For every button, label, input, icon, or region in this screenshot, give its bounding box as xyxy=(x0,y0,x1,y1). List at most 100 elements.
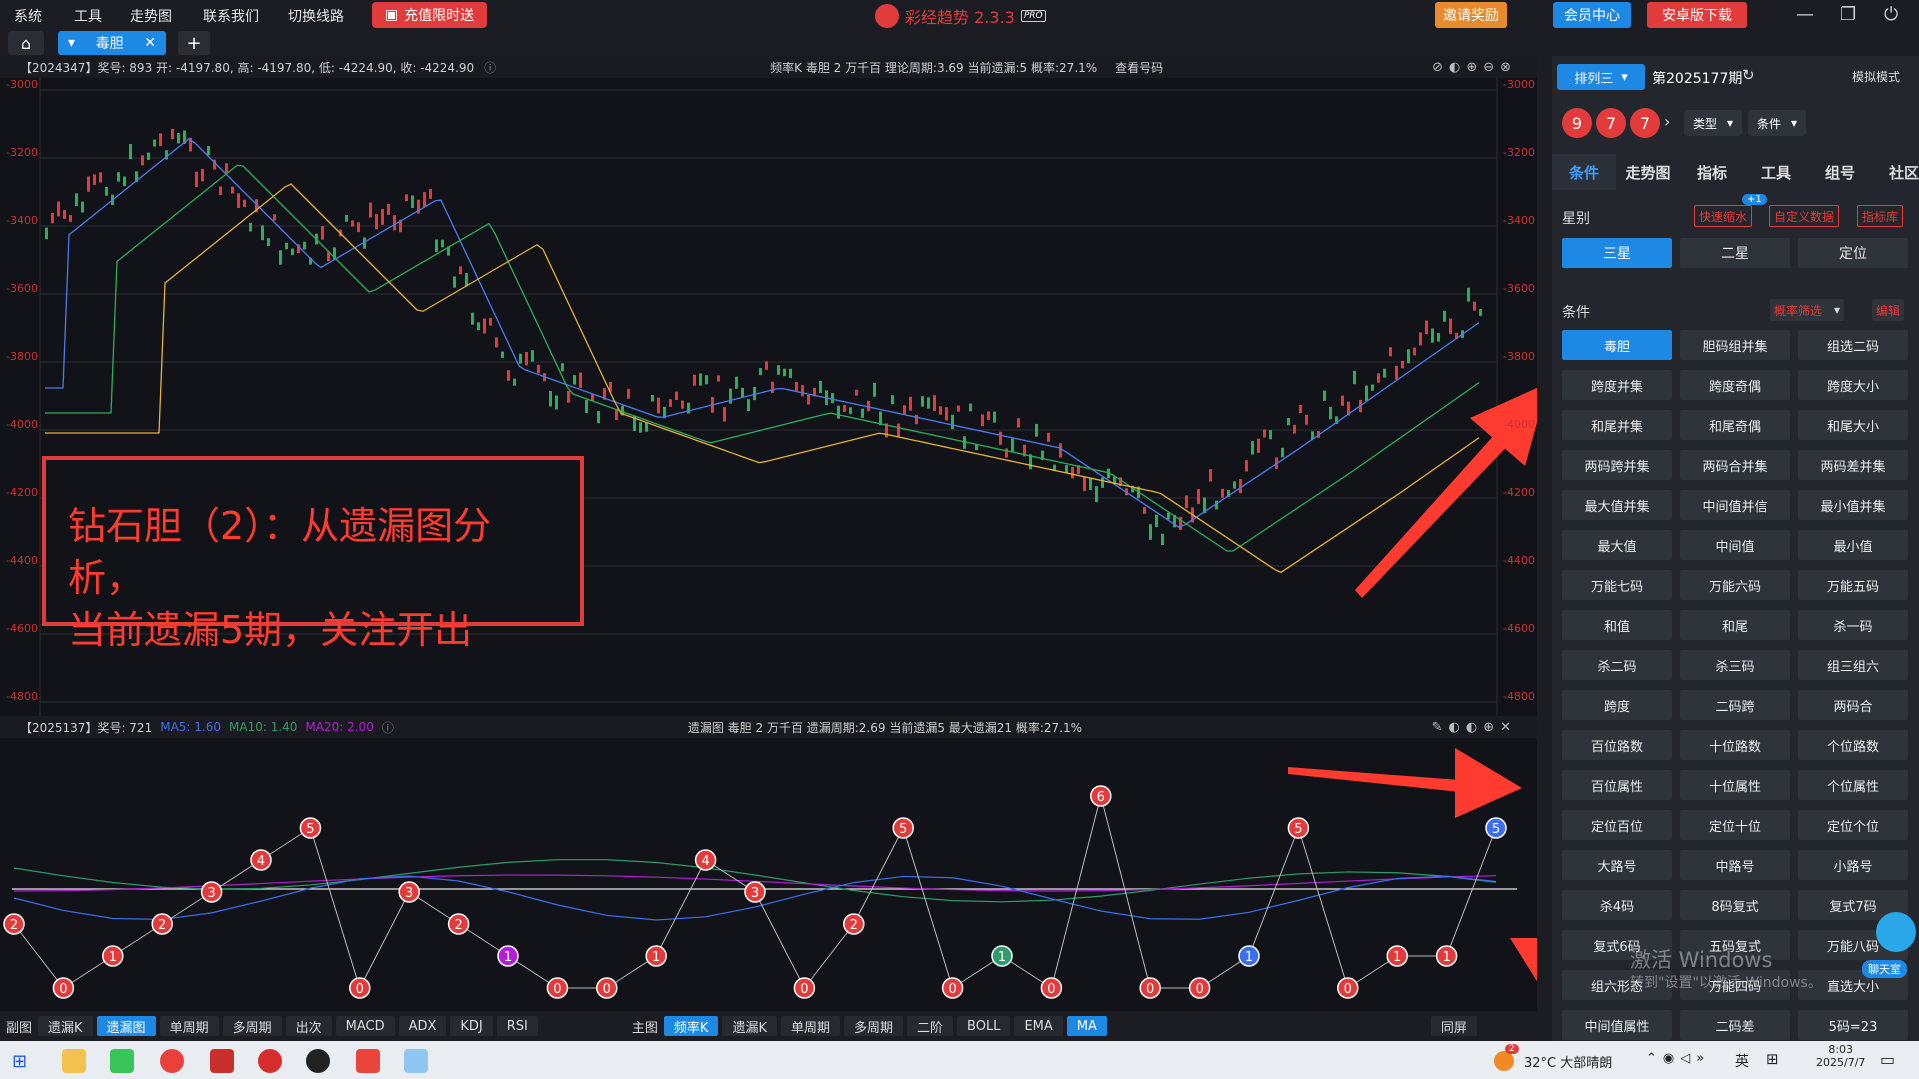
condition-button[interactable]: 中路号 xyxy=(1680,850,1790,880)
sim-mode-button[interactable]: 模拟模式 xyxy=(1852,68,1900,85)
panel-tool-icons[interactable]: ⊘◐⊕⊖⊗ xyxy=(1432,60,1517,75)
condition-button[interactable]: 最小值 xyxy=(1798,530,1908,560)
tab-community[interactable]: 社区 xyxy=(1872,154,1919,190)
condition-button[interactable]: 组选二码 xyxy=(1798,330,1908,360)
close-icon[interactable]: ✕ xyxy=(144,35,156,51)
condition-button[interactable]: 大路号 xyxy=(1562,850,1672,880)
lottery-select[interactable]: 排列三 ▾ xyxy=(1557,64,1645,90)
condition-button[interactable]: 两码合 xyxy=(1798,690,1908,720)
condition-button[interactable]: 万能五码 xyxy=(1798,570,1908,600)
condition-button[interactable]: 中间值属性 xyxy=(1562,1010,1672,1040)
btn-count[interactable]: 出次 xyxy=(285,1016,332,1036)
btn-macd[interactable]: MACD xyxy=(335,1016,395,1036)
condition-button[interactable]: 和尾大小 xyxy=(1798,410,1908,440)
condition-button[interactable]: 中间值并信 xyxy=(1680,490,1790,520)
condition-button[interactable]: 和尾并集 xyxy=(1562,410,1672,440)
condition-button[interactable]: 万能六码 xyxy=(1680,570,1790,600)
ime-icon[interactable]: ⊞ xyxy=(1766,1050,1779,1068)
star-two[interactable]: 二星 xyxy=(1680,238,1790,268)
condition-button[interactable]: 小路号 xyxy=(1798,850,1908,880)
condition-button[interactable]: 二码跨 xyxy=(1680,690,1790,720)
app-icon-1[interactable] xyxy=(210,1049,234,1073)
menu-contact[interactable]: 联系我们 xyxy=(203,6,259,26)
condition-button[interactable]: 跨度 xyxy=(1562,690,1672,720)
condition-button[interactable]: 跨度并集 xyxy=(1562,370,1672,400)
star-position[interactable]: 定位 xyxy=(1798,238,1908,268)
condition-button[interactable]: 杀一码 xyxy=(1798,610,1908,640)
qq-icon[interactable] xyxy=(306,1049,330,1073)
help-icon[interactable]: ⓘ xyxy=(382,719,394,736)
menu-switch-line[interactable]: 切换线路 xyxy=(288,6,344,26)
condition-button[interactable]: 个位属性 xyxy=(1798,770,1908,800)
file-explorer-icon[interactable] xyxy=(62,1049,86,1073)
chat-room-button[interactable]: 聊天室 xyxy=(1862,960,1907,978)
condition-button[interactable]: 定位十位 xyxy=(1680,810,1790,840)
prob-filter-select[interactable]: 概率筛选 ▾ xyxy=(1770,299,1845,321)
chrome-icon[interactable] xyxy=(160,1049,184,1073)
btn-miss-k[interactable]: 遗漏K xyxy=(38,1016,93,1036)
tab-dudan[interactable]: ▾ 毒胆 ✕ xyxy=(58,31,166,55)
notification-icon[interactable]: ▭ xyxy=(1880,1050,1895,1069)
refresh-icon[interactable]: ↻ xyxy=(1742,66,1755,84)
btn-freq-k[interactable]: 频率K xyxy=(663,1016,719,1036)
condition-button[interactable]: 两码合并集 xyxy=(1680,450,1790,480)
condition-button[interactable]: 十位路数 xyxy=(1680,730,1790,760)
condition-button[interactable]: 定位百位 xyxy=(1562,810,1672,840)
minimize-icon[interactable]: — xyxy=(1796,4,1814,25)
btn-same-screen[interactable]: 同屏 xyxy=(1430,1016,1477,1036)
condition-button[interactable]: 最小值并集 xyxy=(1798,490,1908,520)
android-download-button[interactable]: 安卓版下载 xyxy=(1647,2,1747,28)
menu-system[interactable]: 系统 xyxy=(14,6,42,26)
wechat-icon[interactable] xyxy=(110,1049,134,1073)
edit-button[interactable]: 编辑 xyxy=(1872,299,1905,321)
star-three[interactable]: 三星 xyxy=(1562,238,1672,268)
btn-adx[interactable]: ADX xyxy=(398,1016,447,1036)
indicator-lib-button[interactable]: 指标库 xyxy=(1857,205,1904,227)
sub-panel-tool-icons[interactable]: ✎◐◐⊕✕ xyxy=(1432,720,1517,735)
condition-button[interactable]: 最大值 xyxy=(1562,530,1672,560)
btn-kdj[interactable]: KDJ xyxy=(450,1016,493,1036)
custom-data-button[interactable]: 自定义数据 xyxy=(1769,205,1840,227)
condition-button[interactable]: 两码跨并集 xyxy=(1562,450,1672,480)
wps-icon[interactable] xyxy=(356,1049,380,1073)
next-icon[interactable]: › xyxy=(1664,112,1670,131)
condition-button[interactable]: 百位属性 xyxy=(1562,770,1672,800)
condition-button[interactable]: 跨度奇偶 xyxy=(1680,370,1790,400)
type-select[interactable]: 类型 ▾ xyxy=(1684,110,1742,136)
power-icon[interactable]: ⏻ xyxy=(1884,4,1898,25)
chat-bot-icon[interactable] xyxy=(1876,912,1916,952)
condition-button[interactable]: 胆码组并集 xyxy=(1680,330,1790,360)
home-icon[interactable]: ⌂ xyxy=(8,31,44,55)
btn-single-period[interactable]: 单周期 xyxy=(159,1016,219,1036)
promo-button[interactable]: ▣ 充值限时送 xyxy=(372,2,487,28)
btn-rsi[interactable]: RSI xyxy=(496,1016,538,1036)
condition-button[interactable]: 5码=23 xyxy=(1798,1010,1908,1040)
tray-icons[interactable]: ⌃◉◁» xyxy=(1646,1051,1710,1066)
condition-select[interactable]: 条件 ▾ xyxy=(1748,110,1806,136)
menu-tools[interactable]: 工具 xyxy=(74,6,102,26)
tab-conditions[interactable]: 条件 xyxy=(1552,154,1616,190)
condition-button[interactable]: 定位个位 xyxy=(1798,810,1908,840)
tab-trend[interactable]: 走势图 xyxy=(1616,154,1680,190)
condition-button[interactable]: 杀三码 xyxy=(1680,650,1790,680)
invite-button[interactable]: 邀请奖励 xyxy=(1435,2,1507,28)
notepad-icon[interactable] xyxy=(404,1049,428,1073)
condition-button[interactable]: 杀4码 xyxy=(1562,890,1672,920)
btn-ema[interactable]: EMA xyxy=(1014,1016,1063,1036)
btn-main-miss-k[interactable]: 遗漏K xyxy=(722,1016,777,1036)
btn-second-order[interactable]: 二阶 xyxy=(907,1016,954,1036)
help-icon[interactable]: ⓘ xyxy=(484,59,496,76)
clock[interactable]: 8:03 2025/7/7 xyxy=(1816,1043,1865,1069)
condition-button[interactable]: 8码复式 xyxy=(1680,890,1790,920)
condition-button[interactable]: 毒胆 xyxy=(1562,330,1672,360)
btn-boll[interactable]: BOLL xyxy=(957,1016,1011,1036)
member-center-button[interactable]: 会员中心 xyxy=(1553,2,1631,28)
tab-indicators[interactable]: 指标 xyxy=(1680,154,1744,190)
btn-ma[interactable]: MA xyxy=(1066,1016,1107,1036)
condition-button[interactable]: 和值 xyxy=(1562,610,1672,640)
condition-button[interactable]: 最大值并集 xyxy=(1562,490,1672,520)
condition-button[interactable]: 组三组六 xyxy=(1798,650,1908,680)
input-lang[interactable]: 英 xyxy=(1735,1051,1749,1071)
condition-button[interactable]: 万能七码 xyxy=(1562,570,1672,600)
condition-button[interactable]: 二码差 xyxy=(1680,1010,1790,1040)
